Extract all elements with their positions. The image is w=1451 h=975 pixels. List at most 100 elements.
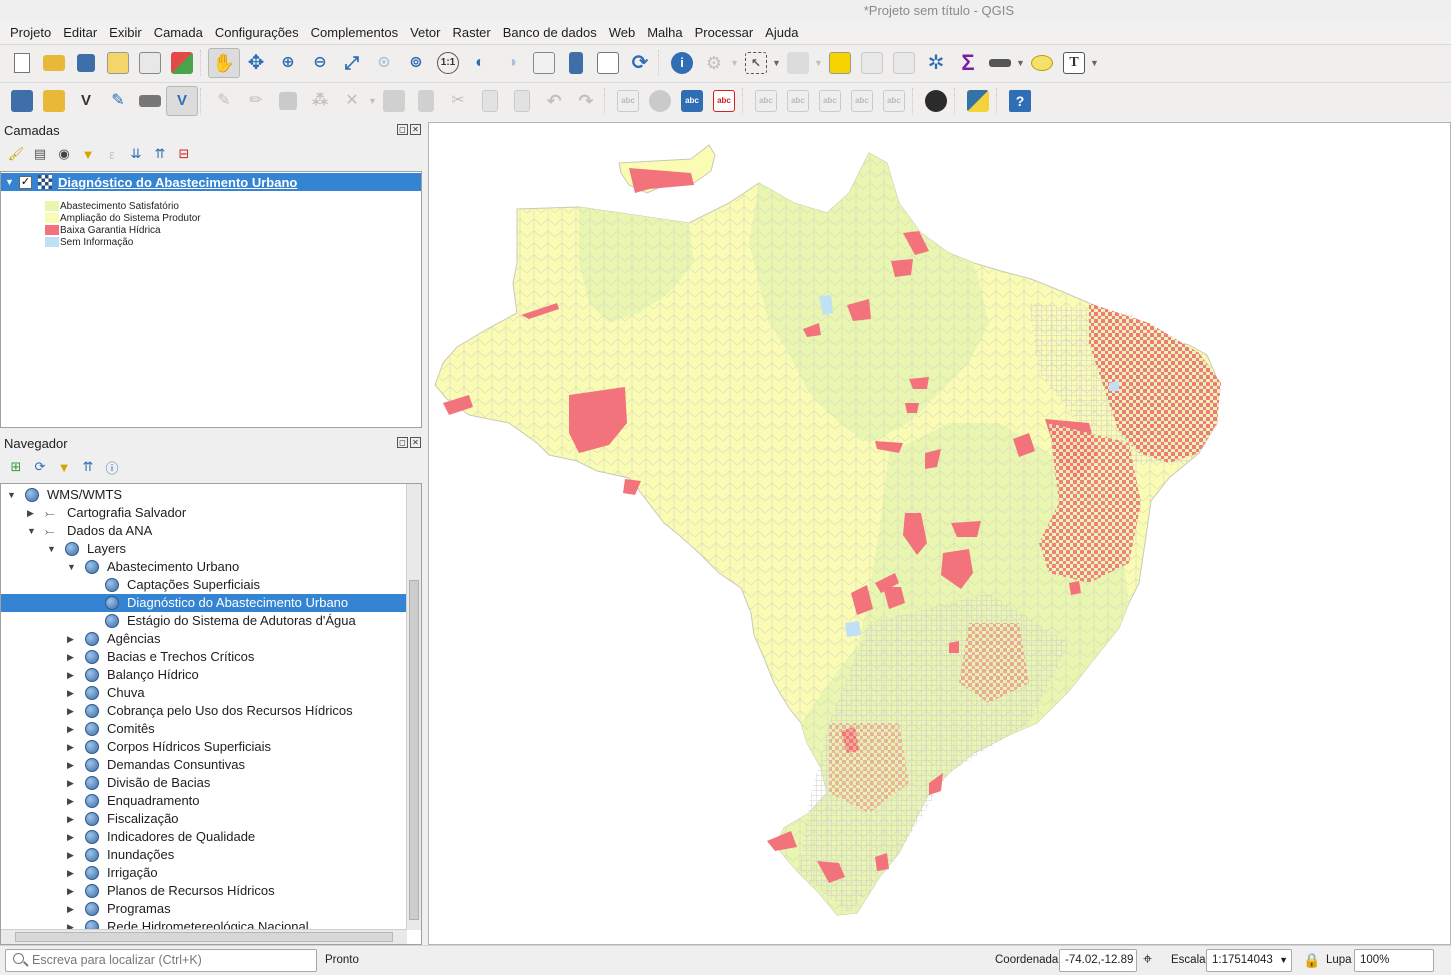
browser-tree-item[interactable]: ▶ ⤚ Cartografia Salvador <box>1 504 407 522</box>
help-button[interactable]: ? <box>1004 86 1036 116</box>
diagram-button[interactable] <box>644 86 676 116</box>
save-edits-button[interactable] <box>272 86 304 116</box>
copy-features-button[interactable] <box>474 86 506 116</box>
run-feature-action-button[interactable]: ⚙ <box>698 48 730 78</box>
browser-tree-item[interactable]: ▶ Programas <box>1 900 407 918</box>
menu-complementos[interactable]: Complementos <box>305 22 404 43</box>
filter-browser-button[interactable]: ▼ <box>54 457 74 477</box>
save-project-button[interactable] <box>70 48 102 78</box>
show-unplaced-labels-button[interactable]: abc <box>708 86 740 116</box>
expand-arrow-icon[interactable]: ▶ <box>67 864 74 882</box>
refresh-browser-button[interactable]: ⟳ <box>30 457 50 477</box>
layout-manager-button[interactable] <box>134 48 166 78</box>
toolbox-button[interactable]: ✲ <box>920 48 952 78</box>
open-attribute-table-button[interactable] <box>856 48 888 78</box>
zoom-last-button[interactable]: ◐ <box>464 48 496 78</box>
modify-attributes-button[interactable] <box>378 86 410 116</box>
refresh-button[interactable]: ⟳ <box>624 48 656 78</box>
zoom-native-resolution-button[interactable]: 1:1 <box>432 48 464 78</box>
collapse-arrow-icon[interactable]: ▼ <box>27 522 36 540</box>
browser-tree-item[interactable]: ▼ ⤚ Dados da ANA <box>1 522 407 540</box>
show-bookmarks-button[interactable] <box>592 48 624 78</box>
expand-arrow-icon[interactable]: ▶ <box>67 702 74 720</box>
horizontal-scrollbar[interactable] <box>1 929 407 944</box>
statistical-summary-button[interactable]: Σ <box>952 48 984 78</box>
open-styling-button[interactable]: 🖌 <box>6 144 26 164</box>
properties-button[interactable]: ⓘ <box>102 457 122 477</box>
browser-tree-item[interactable]: ▶ Irrigação <box>1 864 407 882</box>
current-edits-button[interactable]: ✎ <box>208 86 240 116</box>
new-map-view-button[interactable] <box>528 48 560 78</box>
expand-arrow-icon[interactable]: ▶ <box>67 846 74 864</box>
expand-arrow-icon[interactable]: ▶ <box>67 828 74 846</box>
remove-layer-button[interactable]: ⊟ <box>174 144 194 164</box>
python-console-button[interactable] <box>962 86 994 116</box>
new-print-layout-button[interactable] <box>102 48 134 78</box>
magnifier-spinner[interactable] <box>1436 949 1448 972</box>
filter-by-expression-button[interactable]: ε <box>102 144 122 164</box>
browser-tree-item[interactable]: ▼ WMS/WMTS <box>1 486 407 504</box>
browser-tree-item[interactable]: ▶ Fiscalização <box>1 810 407 828</box>
expand-all-button[interactable]: ⇊ <box>126 144 146 164</box>
chevron-down-icon[interactable]: ▼ <box>1279 950 1288 971</box>
float-panel-icon[interactable]: ◻ <box>397 124 408 135</box>
expand-arrow-icon[interactable]: ▶ <box>67 630 74 648</box>
menu-editar[interactable]: Editar <box>57 22 103 43</box>
paste-features-button[interactable] <box>506 86 538 116</box>
expand-arrow-icon[interactable]: ▶ <box>67 900 74 918</box>
digitize-button[interactable]: ⁂ <box>304 86 336 116</box>
browser-tree-item[interactable]: ▶ Demandas Consuntivas <box>1 756 407 774</box>
chevron-down-icon[interactable]: ▼ <box>730 58 740 68</box>
redo-button[interactable]: ↷ <box>570 86 602 116</box>
menu-projeto[interactable]: Projeto <box>4 22 57 43</box>
pan-to-selection-button[interactable]: ✥ <box>240 48 272 78</box>
browser-tree-item[interactable]: ▶ Enquadramento <box>1 792 407 810</box>
menu-configuracoes[interactable]: Configurações <box>209 22 305 43</box>
close-panel-icon[interactable]: ✕ <box>410 437 421 448</box>
new-shapefile-layer-button[interactable]: V <box>70 86 102 116</box>
rotate-label-button[interactable]: abc <box>846 86 878 116</box>
layer-visibility-checkbox[interactable]: ✓ <box>19 175 32 189</box>
expand-arrow-icon[interactable]: ▶ <box>27 504 34 522</box>
browser-tree-item[interactable]: Captações Superficiais <box>1 576 407 594</box>
open-field-calculator-button[interactable] <box>888 48 920 78</box>
vertical-scrollbar[interactable] <box>406 484 421 930</box>
chevron-down-icon[interactable]: ▼ <box>814 58 824 68</box>
cut-features-button[interactable]: ✂ <box>442 86 474 116</box>
browser-tree-item[interactable]: ▶ Comitês <box>1 720 407 738</box>
style-manager-button[interactable] <box>166 48 198 78</box>
new-geopackage-layer-button[interactable] <box>38 86 70 116</box>
menu-raster[interactable]: Raster <box>446 22 496 43</box>
layer-labeling-button[interactable]: abc <box>676 86 708 116</box>
vertex-tool-button[interactable]: ✕ <box>336 86 368 116</box>
scrollbar-thumb[interactable] <box>15 932 393 942</box>
move-label-button[interactable]: abc <box>814 86 846 116</box>
new-project-button[interactable] <box>6 48 38 78</box>
scale-field[interactable]: 1:17514043 ▼ <box>1206 949 1292 972</box>
filter-legend-button[interactable]: ▼ <box>78 144 98 164</box>
menu-ajuda[interactable]: Ajuda <box>759 22 804 43</box>
expand-arrow-icon[interactable]: ▶ <box>67 720 74 738</box>
menu-banco-de-dados[interactable]: Banco de dados <box>497 22 603 43</box>
label-toolbar-button[interactable]: abc <box>612 86 644 116</box>
map-canvas[interactable] <box>428 122 1451 945</box>
select-features-button[interactable]: ↖ <box>740 48 772 78</box>
chevron-down-icon[interactable]: ▼ <box>1090 58 1100 68</box>
browser-tree-item[interactable]: ▶ Divisão de Bacias <box>1 774 407 792</box>
select-by-value-button[interactable] <box>782 48 814 78</box>
menu-malha[interactable]: Malha <box>641 22 688 43</box>
menu-camada[interactable]: Camada <box>148 22 209 43</box>
show-hide-labels-button[interactable]: abc <box>782 86 814 116</box>
data-source-manager-button[interactable] <box>6 86 38 116</box>
expand-arrow-icon[interactable]: ▶ <box>67 684 74 702</box>
menu-exibir[interactable]: Exibir <box>103 22 148 43</box>
browser-tree-item[interactable]: Estágio do Sistema de Adutoras d'Água <box>1 612 407 630</box>
collapse-arrow-icon[interactable]: ▼ <box>7 486 16 504</box>
magnifier-field[interactable]: 100% <box>1354 949 1434 972</box>
menu-vetor[interactable]: Vetor <box>404 22 446 43</box>
pan-map-button[interactable]: ✋ <box>208 47 240 78</box>
collapse-arrow-icon[interactable]: ▼ <box>67 558 76 576</box>
zoom-to-layer-button[interactable]: ⊚ <box>400 48 432 78</box>
layer-item[interactable]: ▼ ✓ Diagnóstico do Abastecimento Urbano <box>1 173 421 191</box>
add-group-button[interactable]: ▤ <box>30 144 50 164</box>
